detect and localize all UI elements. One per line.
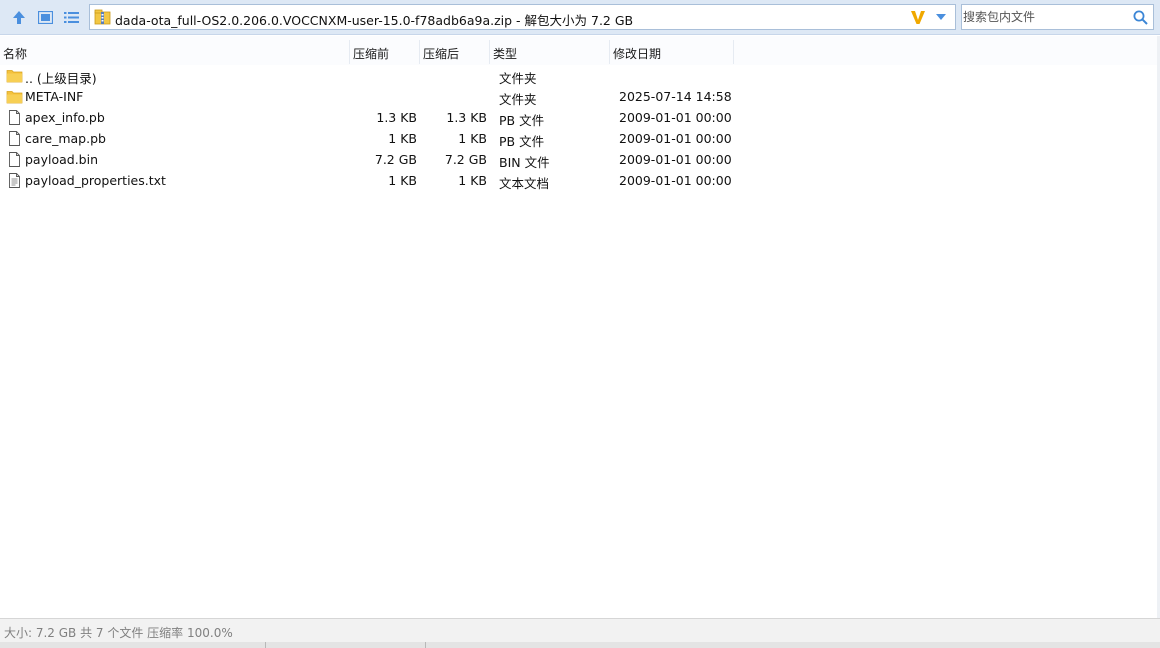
file-type: 文本文档 [499,176,550,191]
column-divider[interactable] [489,40,490,64]
file-compressed-size: 1 KB [388,131,417,146]
strip-divider [425,642,426,648]
file-name: META-INF [25,89,84,104]
file-date: 2009-01-01 00:00 [619,110,732,125]
file-icon [9,131,20,146]
file-name: payload.bin [25,152,99,167]
file-date: 2009-01-01 00:00 [619,152,732,167]
file-compressed-size: 1 KB [388,173,417,188]
file-type: BIN 文件 [499,155,550,170]
file-original-size: 1 KB [458,173,487,188]
strip-divider [265,642,266,648]
file-compressed-size: 7.2 GB [374,152,417,167]
file-row-care-map[interactable]: care_map.pb 1 KB 1 KB PB 文件 2009-01-01 0… [0,128,1157,149]
bottom-strip [0,642,1160,648]
file-row-parent-dir[interactable]: .. (上级目录) 文件夹 [0,65,1157,86]
folder-icon [6,91,23,104]
column-divider[interactable] [609,40,610,64]
file-row-apex-info[interactable]: apex_info.pb 1.3 KB 1.3 KB PB 文件 2009-01… [0,107,1157,128]
column-divider[interactable] [349,40,350,64]
file-compressed-size: 1.3 KB [376,110,417,125]
file-name: payload_properties.txt [25,173,166,188]
file-type: PB 文件 [499,113,545,128]
file-row-payload-properties[interactable]: payload_properties.txt 1 KB 1 KB 文本文档 20… [0,170,1157,191]
view-mode-button[interactable] [35,7,55,27]
file-icon [9,110,20,125]
file-type: PB 文件 [499,134,545,149]
list-icon [63,11,79,23]
file-original-size: 7.2 GB [444,152,487,167]
column-divider[interactable] [419,40,420,64]
column-header-modified[interactable]: 修改日期 [613,45,661,62]
v-logo-icon [911,11,925,24]
zip-archive-icon [94,9,111,25]
column-divider[interactable] [733,40,734,64]
file-icon [9,152,20,167]
arrow-up-icon [13,10,25,24]
file-list: .. (上级目录) 文件夹 META-INF 文件夹 2025-07-14 14… [0,65,1157,618]
status-text: 大小: 7.2 GB 共 7 个文件 压缩率 100.0% [4,626,233,640]
folder-icon [6,70,23,83]
address-bar[interactable]: dada-ota_full-OS2.0.206.0.VOCCNXM-user-1… [89,4,956,30]
file-original-size: 1.3 KB [446,110,487,125]
text-file-icon [9,173,20,188]
search-button[interactable] [1131,8,1149,26]
search-input[interactable] [963,6,1123,28]
up-button[interactable] [9,7,29,27]
address-dropdown-button[interactable] [933,9,949,25]
address-text: dada-ota_full-OS2.0.206.0.VOCCNXM-user-1… [115,13,634,28]
file-original-size: 1 KB [458,131,487,146]
column-header-compressed[interactable]: 压缩前 [353,45,389,62]
toolbar: dada-ota_full-OS2.0.206.0.VOCCNXM-user-1… [0,0,1160,35]
status-bar: 大小: 7.2 GB 共 7 个文件 压缩率 100.0% [0,618,1160,642]
list-mode-button[interactable] [61,7,81,27]
file-row-payload-bin[interactable]: payload.bin 7.2 GB 7.2 GB BIN 文件 2009-01… [0,149,1157,170]
file-type: 文件夹 [499,71,537,86]
view-icon [37,10,53,24]
file-name: .. (上级目录) [25,71,97,86]
v-logo-button[interactable] [909,7,927,27]
column-header-original[interactable]: 压缩后 [423,45,459,62]
file-type: 文件夹 [499,92,537,107]
column-header: 名称 压缩前 压缩后 类型 修改日期 [0,36,1160,65]
search-icon [1133,10,1148,25]
file-name: apex_info.pb [25,110,105,125]
file-row-meta-inf[interactable]: META-INF 文件夹 2025-07-14 14:58 [0,86,1157,107]
file-date: 2025-07-14 14:58 [619,89,732,104]
file-date: 2009-01-01 00:00 [619,131,732,146]
search-box[interactable] [961,4,1154,30]
chevron-down-icon [936,14,946,20]
file-name: care_map.pb [25,131,106,146]
file-date: 2009-01-01 00:00 [619,173,732,188]
column-header-type[interactable]: 类型 [493,45,517,62]
column-header-name[interactable]: 名称 [3,45,27,62]
